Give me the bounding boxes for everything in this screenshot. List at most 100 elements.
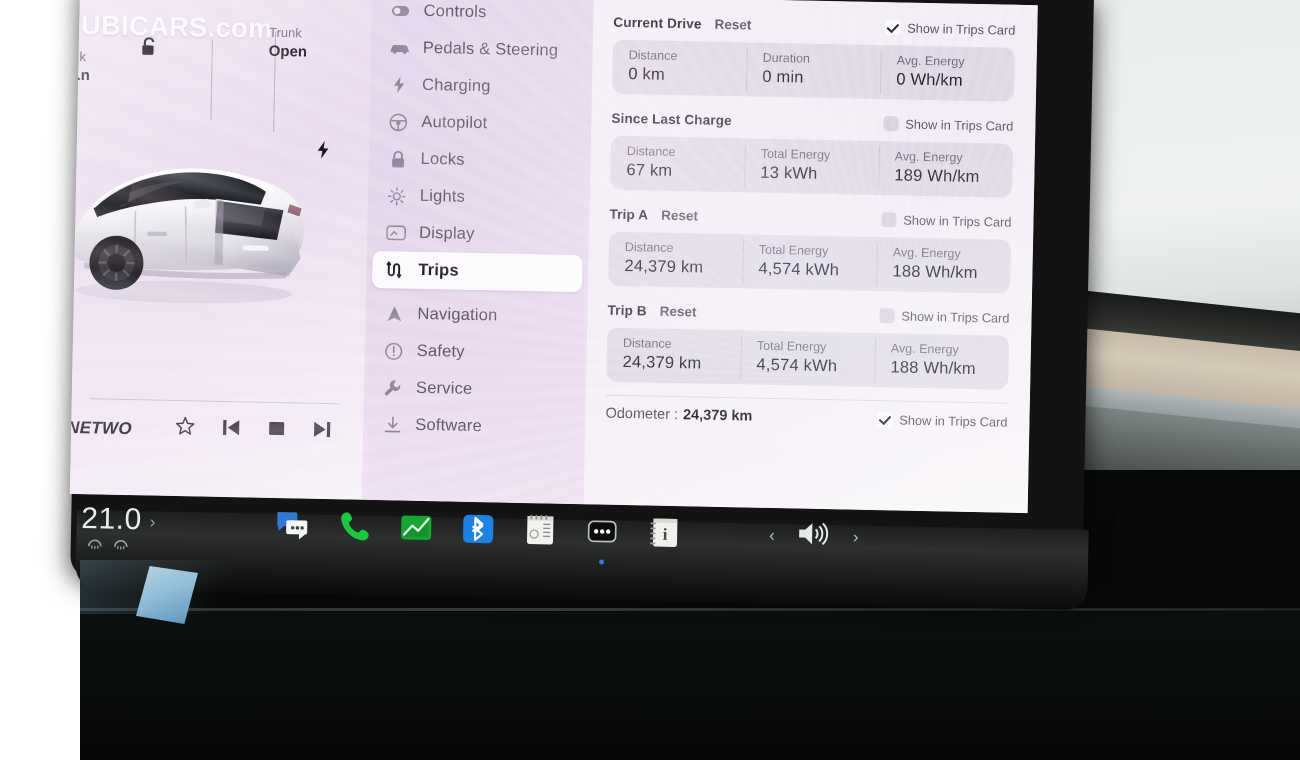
chevron-right-icon[interactable]: › — [853, 527, 859, 547]
stat-label: Avg. Energy — [896, 53, 965, 69]
chevron-right-icon[interactable]: › — [149, 512, 155, 532]
stat-value: 67 km — [626, 160, 673, 180]
section-trip-b: Trip B Reset Show in Trips Card Distance… — [606, 299, 1010, 390]
checkbox[interactable] — [885, 19, 901, 35]
stop-icon[interactable] — [267, 418, 286, 442]
messages-icon[interactable] — [275, 508, 310, 543]
trunk-label: Trunk — [268, 24, 303, 41]
section-header: Trip B Reset Show in Trips Card — [607, 299, 1009, 329]
checkbox-label: Show in Trips Card — [899, 412, 1008, 430]
toggle-icon — [389, 2, 411, 20]
vehicle-render — [70, 104, 358, 320]
volume-controls[interactable]: ‹ › — [769, 520, 859, 553]
frunk-state: ...n — [69, 66, 91, 84]
stat-label: Total Energy — [758, 242, 829, 259]
show-in-trips-card-toggle[interactable]: Show in Trips Card — [883, 115, 1014, 134]
previous-track-icon[interactable] — [221, 417, 241, 441]
temperature-control[interactable]: 21.0 › — [81, 502, 156, 537]
notes-icon[interactable] — [523, 513, 558, 548]
checkbox-label: Show in Trips Card — [903, 212, 1012, 230]
sidebar-item-navigation[interactable]: Navigation — [371, 295, 582, 336]
stat-cell: Avg. Energy 188 Wh/km — [876, 237, 1011, 294]
active-page-indicator — [599, 559, 605, 565]
show-in-trips-card-toggle[interactable]: Show in Trips Card — [885, 19, 1016, 38]
volume-icon[interactable] — [797, 520, 832, 552]
contacts-icon[interactable]: i — [647, 515, 682, 550]
stat-cell: Distance 24,379 km — [606, 328, 741, 385]
checkbox-label: Show in Trips Card — [907, 20, 1016, 38]
checkbox[interactable] — [883, 115, 899, 131]
sidebar-item-label: Software — [415, 415, 483, 436]
wrench-icon — [382, 379, 404, 397]
seat-heater-icon[interactable] — [113, 537, 129, 555]
sidebar-item-label: Pedals & Steering — [422, 38, 559, 60]
stat-cell: Duration 0 min — [746, 42, 881, 99]
sidebar-item-label: Locks — [420, 149, 465, 169]
sidebar-item-safety[interactable]: Safety — [370, 332, 581, 373]
sidebar-item-label: Lights — [419, 186, 466, 206]
sidebar-item-software[interactable]: Software — [369, 406, 580, 447]
odometer-row: Odometer : 24,379 km Show in Trips Card — [605, 406, 1007, 430]
stat-cell: Total Energy 13 kWh — [744, 138, 879, 195]
section-title: Trip A — [609, 206, 649, 222]
next-track-icon[interactable] — [312, 419, 332, 443]
section-since-last-charge: Since Last Charge Show in Trips Card Dis… — [610, 107, 1014, 198]
sidebar-item-label: Navigation — [417, 304, 498, 325]
settings-sidebar[interactable]: Controls Pedals & Steering Charging Auto… — [361, 0, 594, 505]
stat-label: Distance — [626, 144, 676, 159]
sidebar-item-service[interactable]: Service — [370, 369, 581, 410]
sidebar-item-label: Controls — [423, 1, 487, 22]
phone-icon[interactable] — [337, 509, 372, 544]
seat-heater-icon[interactable] — [87, 536, 103, 554]
stat-value: 4,574 kWh — [756, 355, 838, 376]
trips-route-icon — [384, 261, 406, 279]
trunk-state: Open — [268, 42, 308, 61]
show-in-trips-card-toggle[interactable]: Show in Trips Card — [881, 211, 1012, 230]
unlock-icon — [141, 37, 158, 61]
more-dots-icon[interactable] — [585, 514, 620, 565]
stat-cell: Total Energy 4,574 kWh — [742, 234, 877, 291]
trunk-status: Trunk Open — [269, 24, 308, 62]
media-station-title: NETWO — [69, 417, 133, 439]
stocks-icon[interactable] — [399, 510, 434, 545]
odometer-divider — [605, 394, 1008, 404]
sidebar-item-controls[interactable]: Controls — [377, 0, 588, 33]
sidebar-item-label: Safety — [416, 341, 465, 361]
show-in-trips-card-toggle[interactable]: Show in Trips Card — [879, 307, 1010, 326]
stat-label: Avg. Energy — [894, 149, 963, 165]
bluetooth-icon[interactable] — [461, 512, 496, 547]
sidebar-item-display[interactable]: Display — [373, 214, 584, 255]
stat-label: Total Energy — [756, 338, 827, 355]
sidebar-item-trips[interactable]: Trips — [371, 250, 583, 293]
reset-button-label[interactable]: Reset — [661, 207, 698, 223]
show-in-trips-card-toggle[interactable]: Show in Trips Card — [877, 411, 1008, 430]
svg-text:i: i — [663, 525, 668, 544]
reset-button-label[interactable]: Reset — [714, 16, 751, 32]
sidebar-item-autopilot[interactable]: Autopilot — [375, 103, 586, 144]
stat-value: 4,574 kWh — [758, 259, 840, 280]
media-player-bar: NETWO — [69, 398, 364, 464]
checkbox[interactable] — [879, 307, 895, 323]
stat-label: Distance — [624, 239, 674, 255]
stat-label: Distance — [628, 48, 678, 64]
stat-value: 188 Wh/km — [890, 358, 976, 378]
center-touchscreen[interactable]: DUBICARS.com Trunk Open ...k ...n NETWO … — [69, 0, 1038, 514]
app-launcher-icons[interactable]: i — [275, 508, 682, 565]
stat-label: Avg. Energy — [890, 341, 959, 357]
checkbox-label: Show in Trips Card — [905, 116, 1014, 134]
sidebar-item-locks[interactable]: Locks — [374, 140, 585, 181]
sidebar-item-pedals-steering[interactable]: Pedals & Steering — [376, 29, 587, 70]
checkbox[interactable] — [881, 211, 897, 227]
stat-cell: Avg. Energy 188 Wh/km — [874, 333, 1009, 390]
sidebar-item-label: Display — [418, 223, 475, 243]
checkbox-label: Show in Trips Card — [901, 308, 1010, 326]
sidebar-item-charging[interactable]: Charging — [376, 66, 587, 107]
stats-card: Distance 67 km Total Energy 13 kWh Avg. … — [610, 135, 1014, 198]
reset-button-label[interactable]: Reset — [660, 303, 697, 319]
sidebar-item-lights[interactable]: Lights — [373, 177, 584, 218]
star-icon[interactable] — [175, 416, 195, 441]
seat-heater-controls[interactable] — [87, 536, 129, 555]
odometer-value: 24,379 km — [682, 407, 753, 425]
checkbox[interactable] — [877, 411, 893, 427]
chevron-left-icon[interactable]: ‹ — [769, 525, 775, 545]
